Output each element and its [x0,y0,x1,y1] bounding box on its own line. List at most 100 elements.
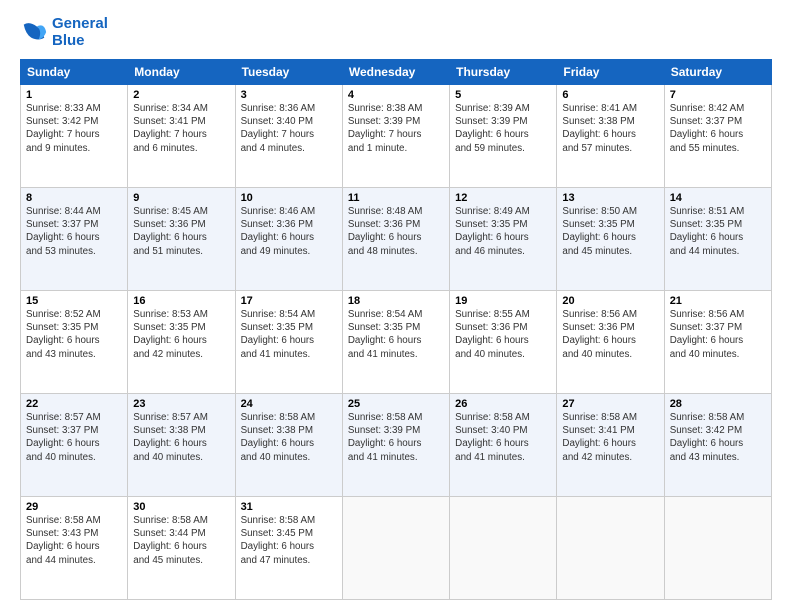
calendar-header-thursday: Thursday [450,60,557,85]
calendar-day-cell: 22Sunrise: 8:57 AM Sunset: 3:37 PM Dayli… [21,394,128,497]
calendar-day-cell: 2Sunrise: 8:34 AM Sunset: 3:41 PM Daylig… [128,85,235,188]
calendar-day-cell: 19Sunrise: 8:55 AM Sunset: 3:36 PM Dayli… [450,291,557,394]
day-info: Sunrise: 8:39 AM Sunset: 3:39 PM Dayligh… [455,102,551,155]
day-number: 14 [670,192,766,204]
calendar-day-cell: 13Sunrise: 8:50 AM Sunset: 3:35 PM Dayli… [557,188,664,291]
day-info: Sunrise: 8:58 AM Sunset: 3:38 PM Dayligh… [241,411,337,464]
day-number: 16 [133,295,229,307]
calendar-day-cell: 10Sunrise: 8:46 AM Sunset: 3:36 PM Dayli… [235,188,342,291]
calendar-day-cell: 24Sunrise: 8:58 AM Sunset: 3:38 PM Dayli… [235,394,342,497]
calendar-day-cell: 30Sunrise: 8:58 AM Sunset: 3:44 PM Dayli… [128,497,235,600]
day-number: 31 [241,501,337,513]
calendar-week-row: 22Sunrise: 8:57 AM Sunset: 3:37 PM Dayli… [21,394,772,497]
day-info: Sunrise: 8:51 AM Sunset: 3:35 PM Dayligh… [670,205,766,258]
logo-text: General Blue [52,16,108,49]
calendar-day-cell: 18Sunrise: 8:54 AM Sunset: 3:35 PM Dayli… [342,291,449,394]
calendar-header-tuesday: Tuesday [235,60,342,85]
day-info: Sunrise: 8:49 AM Sunset: 3:35 PM Dayligh… [455,205,551,258]
day-number: 13 [562,192,658,204]
day-info: Sunrise: 8:38 AM Sunset: 3:39 PM Dayligh… [348,102,444,155]
day-info: Sunrise: 8:34 AM Sunset: 3:41 PM Dayligh… [133,102,229,155]
day-number: 1 [26,89,122,101]
day-number: 15 [26,295,122,307]
calendar-day-cell: 3Sunrise: 8:36 AM Sunset: 3:40 PM Daylig… [235,85,342,188]
calendar-week-row: 8Sunrise: 8:44 AM Sunset: 3:37 PM Daylig… [21,188,772,291]
calendar-day-cell: 21Sunrise: 8:56 AM Sunset: 3:37 PM Dayli… [664,291,771,394]
day-info: Sunrise: 8:57 AM Sunset: 3:38 PM Dayligh… [133,411,229,464]
calendar-header-friday: Friday [557,60,664,85]
calendar-day-cell: 17Sunrise: 8:54 AM Sunset: 3:35 PM Dayli… [235,291,342,394]
day-info: Sunrise: 8:53 AM Sunset: 3:35 PM Dayligh… [133,308,229,361]
day-info: Sunrise: 8:44 AM Sunset: 3:37 PM Dayligh… [26,205,122,258]
calendar-day-cell: 4Sunrise: 8:38 AM Sunset: 3:39 PM Daylig… [342,85,449,188]
day-info: Sunrise: 8:58 AM Sunset: 3:45 PM Dayligh… [241,514,337,567]
day-number: 10 [241,192,337,204]
day-info: Sunrise: 8:33 AM Sunset: 3:42 PM Dayligh… [26,102,122,155]
header: General Blue [20,16,772,49]
day-info: Sunrise: 8:54 AM Sunset: 3:35 PM Dayligh… [348,308,444,361]
calendar-day-cell: 6Sunrise: 8:41 AM Sunset: 3:38 PM Daylig… [557,85,664,188]
day-info: Sunrise: 8:41 AM Sunset: 3:38 PM Dayligh… [562,102,658,155]
calendar-empty-cell [450,497,557,600]
day-info: Sunrise: 8:50 AM Sunset: 3:35 PM Dayligh… [562,205,658,258]
calendar-day-cell: 15Sunrise: 8:52 AM Sunset: 3:35 PM Dayli… [21,291,128,394]
calendar-day-cell: 29Sunrise: 8:58 AM Sunset: 3:43 PM Dayli… [21,497,128,600]
calendar-header-sunday: Sunday [21,60,128,85]
day-number: 17 [241,295,337,307]
calendar-day-cell: 14Sunrise: 8:51 AM Sunset: 3:35 PM Dayli… [664,188,771,291]
calendar-day-cell: 23Sunrise: 8:57 AM Sunset: 3:38 PM Dayli… [128,394,235,497]
calendar-day-cell: 28Sunrise: 8:58 AM Sunset: 3:42 PM Dayli… [664,394,771,497]
calendar-day-cell: 16Sunrise: 8:53 AM Sunset: 3:35 PM Dayli… [128,291,235,394]
calendar-week-row: 29Sunrise: 8:58 AM Sunset: 3:43 PM Dayli… [21,497,772,600]
day-number: 27 [562,398,658,410]
day-number: 30 [133,501,229,513]
calendar-day-cell: 20Sunrise: 8:56 AM Sunset: 3:36 PM Dayli… [557,291,664,394]
day-info: Sunrise: 8:36 AM Sunset: 3:40 PM Dayligh… [241,102,337,155]
calendar-header-monday: Monday [128,60,235,85]
day-info: Sunrise: 8:56 AM Sunset: 3:36 PM Dayligh… [562,308,658,361]
calendar-empty-cell [557,497,664,600]
day-info: Sunrise: 8:58 AM Sunset: 3:43 PM Dayligh… [26,514,122,567]
calendar-day-cell: 11Sunrise: 8:48 AM Sunset: 3:36 PM Dayli… [342,188,449,291]
day-info: Sunrise: 8:45 AM Sunset: 3:36 PM Dayligh… [133,205,229,258]
day-number: 22 [26,398,122,410]
day-number: 19 [455,295,551,307]
calendar-day-cell: 25Sunrise: 8:58 AM Sunset: 3:39 PM Dayli… [342,394,449,497]
calendar-header-wednesday: Wednesday [342,60,449,85]
calendar-day-cell: 9Sunrise: 8:45 AM Sunset: 3:36 PM Daylig… [128,188,235,291]
day-number: 25 [348,398,444,410]
day-number: 9 [133,192,229,204]
calendar-header-row: SundayMondayTuesdayWednesdayThursdayFrid… [21,60,772,85]
day-info: Sunrise: 8:58 AM Sunset: 3:40 PM Dayligh… [455,411,551,464]
calendar-day-cell: 1Sunrise: 8:33 AM Sunset: 3:42 PM Daylig… [21,85,128,188]
day-number: 23 [133,398,229,410]
calendar-empty-cell [342,497,449,600]
logo: General Blue [20,16,108,49]
day-info: Sunrise: 8:56 AM Sunset: 3:37 PM Dayligh… [670,308,766,361]
calendar-table: SundayMondayTuesdayWednesdayThursdayFrid… [20,59,772,600]
calendar-empty-cell [664,497,771,600]
day-number: 29 [26,501,122,513]
day-number: 8 [26,192,122,204]
day-number: 20 [562,295,658,307]
calendar-week-row: 15Sunrise: 8:52 AM Sunset: 3:35 PM Dayli… [21,291,772,394]
calendar-day-cell: 26Sunrise: 8:58 AM Sunset: 3:40 PM Dayli… [450,394,557,497]
day-info: Sunrise: 8:48 AM Sunset: 3:36 PM Dayligh… [348,205,444,258]
calendar-day-cell: 27Sunrise: 8:58 AM Sunset: 3:41 PM Dayli… [557,394,664,497]
calendar-day-cell: 7Sunrise: 8:42 AM Sunset: 3:37 PM Daylig… [664,85,771,188]
calendar-day-cell: 8Sunrise: 8:44 AM Sunset: 3:37 PM Daylig… [21,188,128,291]
day-number: 6 [562,89,658,101]
day-info: Sunrise: 8:54 AM Sunset: 3:35 PM Dayligh… [241,308,337,361]
day-number: 21 [670,295,766,307]
day-number: 24 [241,398,337,410]
day-number: 2 [133,89,229,101]
day-number: 7 [670,89,766,101]
page: General Blue SundayMondayTuesdayWednesda… [0,0,792,612]
day-number: 4 [348,89,444,101]
day-number: 11 [348,192,444,204]
day-number: 3 [241,89,337,101]
day-info: Sunrise: 8:58 AM Sunset: 3:41 PM Dayligh… [562,411,658,464]
day-info: Sunrise: 8:58 AM Sunset: 3:42 PM Dayligh… [670,411,766,464]
day-number: 26 [455,398,551,410]
day-number: 12 [455,192,551,204]
